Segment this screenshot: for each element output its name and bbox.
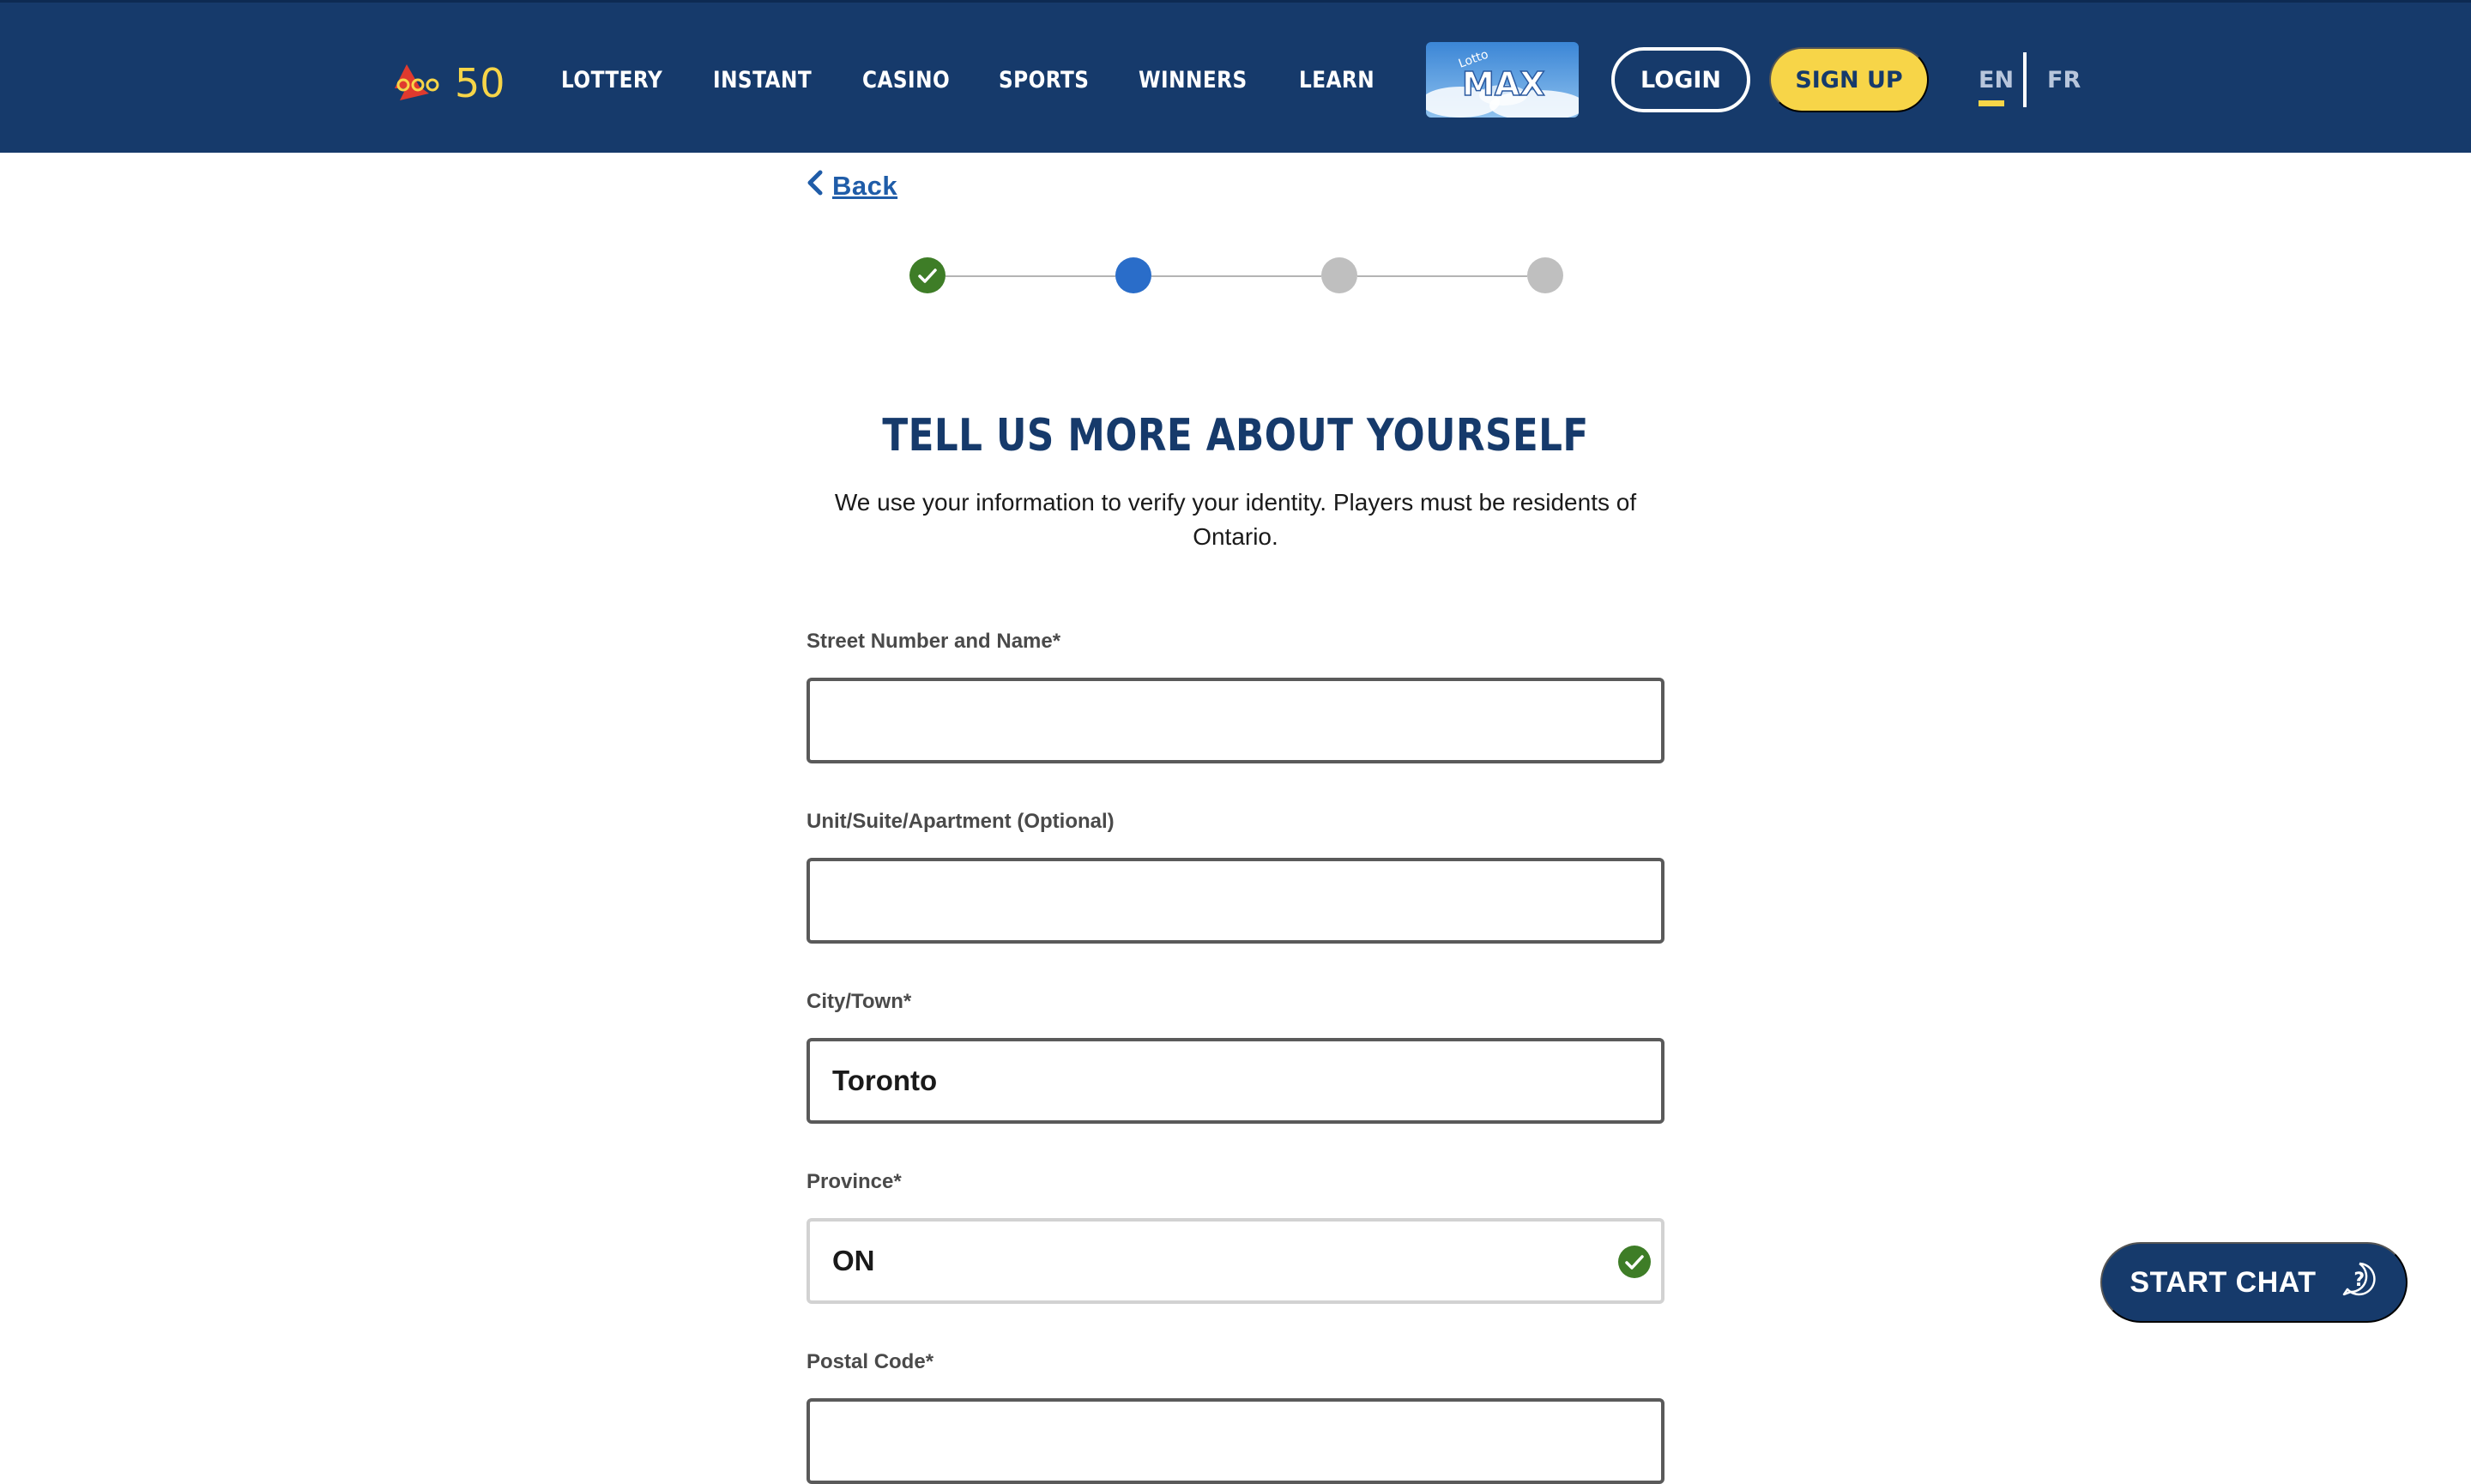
olg-logo[interactable]: 50 — [395, 54, 511, 106]
nav-lottery[interactable]: LOTTERY — [561, 63, 662, 99]
back-link[interactable]: Back — [807, 170, 897, 202]
progress-stepper — [909, 257, 1563, 295]
street-input[interactable] — [807, 678, 1664, 763]
lotto-max-promo[interactable]: Lotto MAX — [1426, 42, 1579, 118]
step-2-current — [1115, 257, 1151, 293]
logo-anniversary-text: 50 — [455, 60, 505, 104]
step-1-completed — [909, 257, 946, 293]
city-label: City/Town* — [807, 990, 912, 1013]
nav-winners[interactable]: WINNERS — [1139, 63, 1248, 99]
sign-up-button[interactable]: SIGN UP — [1769, 47, 1929, 112]
start-chat-button[interactable]: START CHAT ? — [2100, 1242, 2408, 1323]
active-language-indicator — [1979, 100, 2004, 106]
province-label: Province* — [807, 1170, 902, 1193]
max-logo-text: MAX — [1462, 65, 1545, 103]
page-subtitle: We use your information to verify your i… — [834, 489, 1637, 550]
step-connector — [946, 275, 1115, 277]
step-3-pending — [1321, 257, 1357, 293]
unit-input[interactable] — [807, 858, 1664, 944]
step-connector — [1151, 275, 1321, 277]
nav-instant[interactable]: INSTANT — [713, 63, 812, 99]
nav-learn[interactable]: LEARN — [1299, 63, 1374, 99]
language-divider — [2023, 52, 2027, 107]
back-label: Back — [832, 171, 898, 201]
nav-casino[interactable]: CASINO — [862, 63, 950, 99]
help-question-icon: ? — [2341, 1260, 2378, 1306]
login-button[interactable]: LOGIN — [1611, 47, 1750, 112]
language-fr[interactable]: FR — [2047, 63, 2081, 99]
top-navigation-bar: 50 LOTTERY INSTANT CASINO SPORTS WINNERS… — [0, 0, 2471, 153]
postal-code-input[interactable] — [807, 1398, 1664, 1484]
unit-label: Unit/Suite/Apartment (Optional) — [807, 810, 1115, 833]
street-label: Street Number and Name* — [807, 630, 1061, 653]
nav-sports[interactable]: SPORTS — [999, 63, 1089, 99]
checkmark-icon — [918, 268, 937, 283]
postal-code-label: Postal Code* — [807, 1350, 934, 1373]
valid-check-icon — [1618, 1246, 1651, 1278]
main-nav: LOTTERY INSTANT CASINO SPORTS WINNERS LE… — [561, 63, 1387, 99]
city-input[interactable] — [807, 1038, 1664, 1124]
language-en[interactable]: EN — [1979, 63, 2014, 99]
step-connector — [1357, 275, 1527, 277]
start-chat-label: START CHAT — [2130, 1265, 2317, 1299]
page-title: TELL US MORE ABOUT YOURSELF — [882, 410, 1589, 461]
svg-text:?: ? — [2353, 1270, 2365, 1291]
province-input[interactable] — [807, 1218, 1664, 1304]
step-4-pending — [1527, 257, 1563, 293]
chevron-left-icon — [807, 170, 824, 202]
